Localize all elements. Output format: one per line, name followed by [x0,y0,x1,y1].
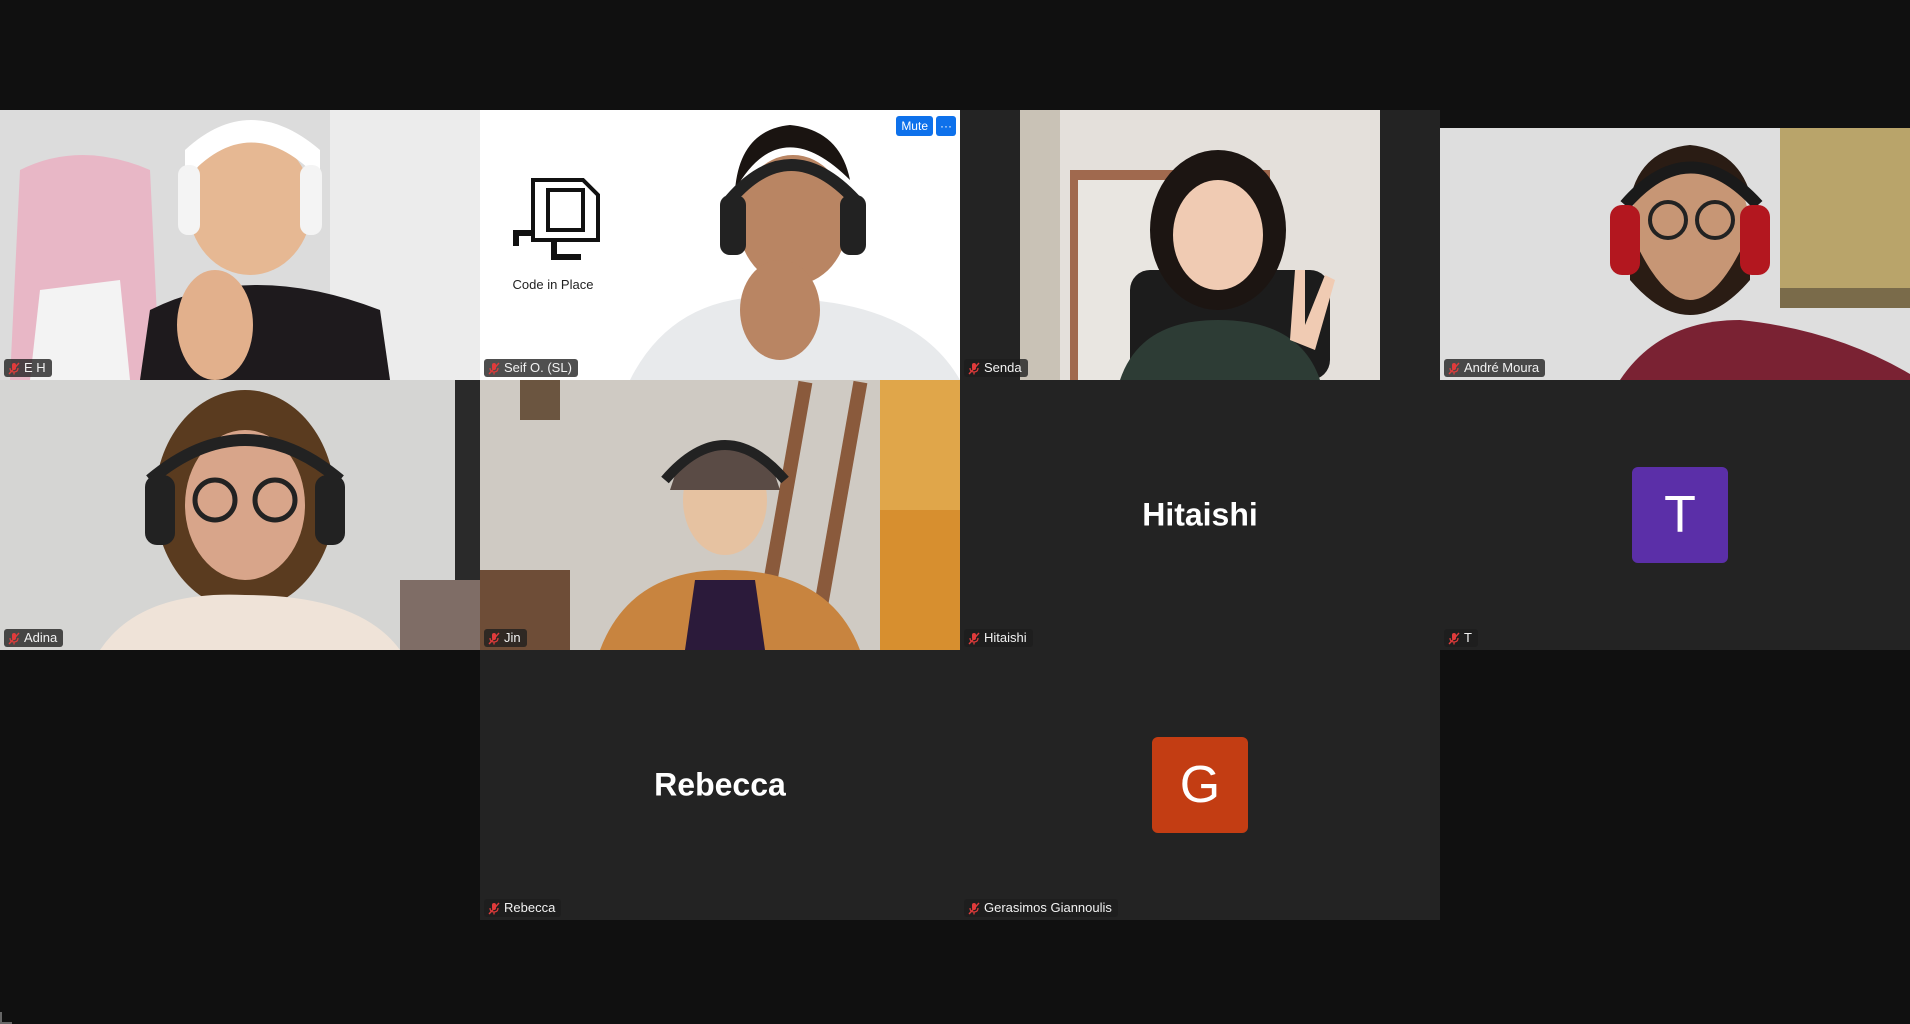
participant-name: Senda [984,360,1022,375]
participant-display-name: Rebecca [654,766,786,803]
participant-display-name: Hitaishi [1142,496,1258,533]
participant-name-label: André Moura [1444,359,1546,377]
participant-name: Gerasimos Giannoulis [984,900,1112,915]
mic-muted-icon [1448,362,1460,374]
participant-avatar: G [1152,737,1248,833]
participant-name: André Moura [1464,360,1540,375]
tile-actions: Mute ··· [896,116,956,136]
participant-name-label: Senda [964,359,1028,377]
participant-name-label: T [1444,629,1478,647]
participant-tile-seif[interactable]: Code in Place Mute ··· Seif O. (SL) [480,110,960,380]
participant-avatar: T [1632,467,1728,563]
participant-name: Rebecca [504,900,556,915]
window-resize-corner[interactable] [0,1012,12,1024]
video-feed [0,380,480,650]
participant-name-label: Adina [4,629,64,647]
mic-muted-icon [488,632,500,644]
participant-tile-andre[interactable]: André Moura [1440,110,1910,380]
mic-muted-icon [8,632,20,644]
video-grid: E H Code in Place Mute ··· Seif O. (SL) … [0,110,1910,920]
participant-name: Hitaishi [984,630,1027,645]
participant-tile-eh[interactable]: E H [0,110,480,380]
participant-name-label: E H [4,359,52,377]
participant-name-label: Jin [484,629,527,647]
karel-robot-icon [513,178,600,260]
participant-name: E H [24,360,46,375]
mic-muted-icon [968,902,980,914]
participant-tile-adina[interactable]: Adina [0,380,480,650]
mic-muted-icon [8,362,20,374]
participant-tile-gerasimos[interactable]: G Gerasimos Giannoulis [960,650,1440,920]
video-feed [960,110,1440,380]
participant-tile-jin[interactable]: Jin [480,380,960,650]
participant-tile-senda[interactable]: Senda [960,110,1440,380]
participant-tile-t[interactable]: T T [1440,380,1910,650]
participant-name-label: Gerasimos Giannoulis [964,899,1118,917]
participant-tile-rebecca[interactable]: Rebecca Rebecca [480,650,960,920]
participant-name-label: Hitaishi [964,629,1033,647]
video-feed [480,380,960,650]
participant-name-label: Seif O. (SL) [484,359,578,377]
participant-name: Jin [504,630,521,645]
participant-name: Seif O. (SL) [504,360,572,375]
mic-muted-icon [488,902,500,914]
logo-caption: Code in Place [512,277,594,292]
participant-name: T [1464,630,1472,645]
participant-name-label: Rebecca [484,899,562,917]
mic-muted-icon [968,632,980,644]
more-options-button[interactable]: ··· [936,116,956,136]
participant-tile-hitaishi[interactable]: Hitaishi Hitaishi [960,380,1440,650]
video-feed [0,110,480,380]
mute-participant-button[interactable]: Mute [896,116,933,136]
code-in-place-logo: Code in Place [498,170,608,292]
mic-muted-icon [1448,632,1460,644]
participant-name: Adina [24,630,58,645]
video-feed [1440,110,1910,380]
mic-muted-icon [968,362,980,374]
mic-muted-icon [488,362,500,374]
